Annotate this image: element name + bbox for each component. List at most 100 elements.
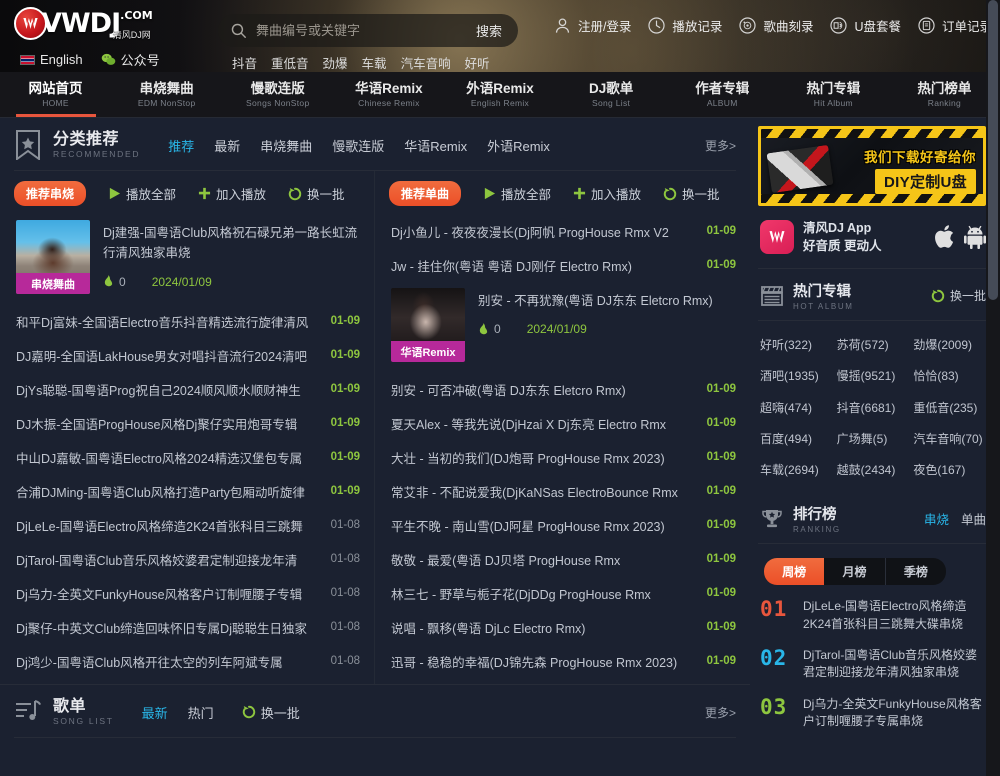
list-item[interactable]: 迅哥 - 稳稳的幸福(DJ锦先森 ProgHouse Rmx 2023)01-0… <box>389 644 738 678</box>
album-tag[interactable]: 超嗨(474) <box>760 400 833 416</box>
tab-recommended[interactable]: 推荐 <box>168 136 194 155</box>
tab-latest[interactable]: 最新 <box>214 136 240 155</box>
list-item[interactable]: Dj小鱼儿 - 夜夜夜漫长(Dj阿帆 ProgHouse Rmx V201-09 <box>389 214 738 248</box>
nav-item-album[interactable]: 作者专辑 ALBUM <box>667 72 778 117</box>
singles-featured-title[interactable]: 别安 - 不再犹豫(粤语 DJ东东 Eletcro Rmx) <box>478 291 736 311</box>
nonstop-featured-title[interactable]: Dj建强-国粤语Club风格祝石碌兄弟一路长虹流行清风独家串烧 <box>103 223 360 264</box>
song-list-refresh-button[interactable]: 换一批 <box>242 703 300 722</box>
apple-icon[interactable] <box>935 224 957 250</box>
register-login-link[interactable]: 注册/登录 <box>553 16 631 35</box>
nav-item-edm-nonstop[interactable]: 串烧舞曲 EDM NonStop <box>111 72 222 117</box>
singles-add-to-play-button[interactable]: 加入播放 <box>573 184 641 203</box>
search-bar[interactable]: 搜索 <box>218 14 518 47</box>
list-item[interactable]: Dj鸿少-国粤语Club风格开往太空的列车阿斌专属01-08 <box>14 644 362 678</box>
album-tag[interactable]: 苏荷(572) <box>837 337 910 353</box>
album-tag[interactable]: 重低音(235) <box>913 400 986 416</box>
nonstop-featured-card[interactable]: 串烧舞曲 Dj建强-国粤语Club风格祝石碌兄弟一路长虹流行清风独家串烧 0 <box>14 214 362 304</box>
hot-tag-car-audio[interactable]: 汽车音响 <box>401 53 451 72</box>
album-tag[interactable]: 越鼓(2434) <box>837 462 910 478</box>
hot-tag-douyin[interactable]: 抖音 <box>232 53 257 72</box>
album-tag[interactable]: 百度(494) <box>760 431 833 447</box>
play-history-link[interactable]: 播放记录 <box>647 16 722 35</box>
album-tag[interactable]: 夜色(167) <box>913 462 986 478</box>
nav-item-songs-nonstop[interactable]: 慢歌连版 Songs NonStop <box>222 72 333 117</box>
list-item[interactable]: 平生不晚 - 南山雪(DJ阿星 ProgHouse Rmx 2023)01-09 <box>389 508 738 542</box>
recommended-more-link[interactable]: 更多> <box>705 137 736 154</box>
nav-item-english-remix[interactable]: 外语Remix English Remix <box>444 72 555 117</box>
hot-tag-explosive[interactable]: 劲爆 <box>323 53 348 72</box>
app-download-row[interactable]: 清风DJ App 好音质 更动人 <box>758 206 986 269</box>
list-item[interactable]: 中山DJ嘉敏-国粤语Electro风格2024精选汉堡包专属01-09 <box>14 440 362 474</box>
list-item[interactable]: 林三七 - 野草与栀子花(DjDDg ProgHouse Rmx01-09 <box>389 576 738 610</box>
singles-play-all-button[interactable]: 播放全部 <box>483 184 551 203</box>
search-input[interactable] <box>247 23 470 38</box>
list-item[interactable]: 和平Dj富妹-全国语Electro音乐抖音精选流行旋律清风01-09 <box>14 304 362 338</box>
ranking-period-week[interactable]: 周榜 <box>764 558 824 585</box>
nav-item-song-list[interactable]: DJ歌单 Song List <box>556 72 667 117</box>
album-tag[interactable]: 慢摇(9521) <box>837 368 910 384</box>
list-item[interactable]: 03 Dj乌力-全英文FunkyHouse风格客户订制喱腰子专属串烧 <box>758 689 986 738</box>
list-item[interactable]: DjTarol-国粤语Club音乐风格姣婆君定制迎接龙年清01-08 <box>14 542 362 576</box>
ranking-period-month[interactable]: 月榜 <box>824 558 885 585</box>
tab-chinese-remix[interactable]: 华语Remix <box>404 136 467 155</box>
list-item[interactable]: 02 DjTarol-国粤语Club音乐风格姣婆君定制迎接龙年清风独家串烧 <box>758 640 986 689</box>
nav-item-chinese-remix[interactable]: 华语Remix Chinese Remix <box>333 72 444 117</box>
list-item[interactable]: DjLeLe-国粤语Electro风格缔造2K24首张科目三跳舞01-08 <box>14 508 362 542</box>
hot-tag-nice[interactable]: 好听 <box>465 53 490 72</box>
ranking-tab-single[interactable]: 单曲 <box>961 509 986 528</box>
album-tag[interactable]: 酒吧(1935) <box>760 368 833 384</box>
song-list-more-link[interactable]: 更多> <box>705 704 736 721</box>
tab-songs-nonstop[interactable]: 慢歌连版 <box>332 136 384 155</box>
hot-album-refresh-button[interactable]: 换一批 <box>931 287 986 304</box>
ranking-period-season[interactable]: 季榜 <box>886 558 946 585</box>
song-list-tab-latest[interactable]: 最新 <box>142 703 168 722</box>
nonstop-refresh-button[interactable]: 换一批 <box>288 184 345 203</box>
album-tag[interactable]: 车载(2694) <box>760 462 833 478</box>
list-item[interactable]: 说唱 - 飘移(粤语 DjLc Electro Rmx)01-09 <box>389 610 738 644</box>
ranking-tab-nonstop[interactable]: 串烧 <box>924 509 949 528</box>
hot-tag-bass[interactable]: 重低音 <box>271 53 309 72</box>
search-button[interactable]: 搜索 <box>470 21 514 40</box>
list-item[interactable]: 敬敬 - 最爱(粤语 DJ贝塔 ProgHouse Rmx01-09 <box>389 542 738 576</box>
album-tag[interactable]: 劲爆(2009) <box>913 337 986 353</box>
list-item[interactable]: 别安 - 可否冲破(粤语 DJ东东 Eletcro Rmx)01-09 <box>389 372 738 406</box>
list-item[interactable]: 夏天Alex - 等我先说(DjHzai X Dj东亮 Electro Rmx0… <box>389 406 738 440</box>
nonstop-add-to-play-button[interactable]: 加入播放 <box>198 184 266 203</box>
site-logo[interactable]: VWDJ.COM 清风DJ网 <box>14 7 153 40</box>
tab-english-remix[interactable]: 外语Remix <box>487 136 550 155</box>
usb-package-link[interactable]: U盘套餐 <box>829 16 901 35</box>
album-tag[interactable]: 汽车音响(70) <box>913 431 986 447</box>
usb-promo-banner[interactable]: 我们下载好寄给你 DIY定制U盘 <box>758 126 986 206</box>
tab-edm-nonstop[interactable]: 串烧舞曲 <box>260 136 312 155</box>
order-history-link[interactable]: 订单记录 <box>917 16 992 35</box>
nonstop-play-all-button[interactable]: 播放全部 <box>108 184 176 203</box>
list-item[interactable]: DJ木振-全国语ProgHouse风格Dj聚仔实用炮哥专辑01-09 <box>14 406 362 440</box>
hot-tag-car[interactable]: 车载 <box>362 53 387 72</box>
album-tag[interactable]: 恰恰(83) <box>913 368 986 384</box>
nonstop-featured-thumbnail[interactable]: 串烧舞曲 <box>16 220 90 294</box>
english-link[interactable]: English <box>20 52 83 67</box>
nav-item-hit-album[interactable]: 热门专辑 Hit Album <box>778 72 889 117</box>
nav-item-home[interactable]: 网站首页 HOME <box>0 72 111 117</box>
burn-songs-link[interactable]: 歌曲刻录 <box>738 16 813 35</box>
list-item[interactable]: DjYs聪聪-国粤语Prog祝自己2024顺风顺水顺财神生01-09 <box>14 372 362 406</box>
album-tag[interactable]: 抖音(6681) <box>837 400 910 416</box>
nav-item-ranking[interactable]: 热门榜单 Ranking <box>889 72 1000 117</box>
list-item[interactable]: 常艾非 - 不配说爱我(DjKaNSas ElectroBounce Rmx01… <box>389 474 738 508</box>
list-item[interactable]: Dj乌力-全英文FunkyHouse风格客户订制喱腰子专辑01-08 <box>14 576 362 610</box>
album-tag[interactable]: 广场舞(5) <box>837 431 910 447</box>
list-item[interactable]: 合浦DJMing-国粤语Club风格打造Party包厢动听旋律01-09 <box>14 474 362 508</box>
scrollbar-thumb[interactable] <box>988 0 998 300</box>
page-scrollbar[interactable] <box>986 0 1000 776</box>
song-list-tab-hot[interactable]: 热门 <box>188 703 214 722</box>
list-item[interactable]: 大壮 - 当初的我们(DJ炮哥 ProgHouse Rmx 2023)01-09 <box>389 440 738 474</box>
list-item[interactable]: 01 DjLeLe-国粤语Electro风格缔造2K24首张科目三跳舞大碟串烧 <box>758 591 986 640</box>
android-icon[interactable] <box>964 225 986 249</box>
list-item[interactable]: Dj聚仔-中英文Club缔造回味怀旧专属Dj聪聪生日独家01-08 <box>14 610 362 644</box>
singles-refresh-button[interactable]: 换一批 <box>663 184 720 203</box>
singles-featured-card[interactable]: 华语Remix 别安 - 不再犹豫(粤语 DJ东东 Eletcro Rmx) 0 <box>389 282 738 372</box>
singles-featured-thumbnail[interactable]: 华语Remix <box>391 288 465 362</box>
list-item[interactable]: Jw - 挂住你(粤语 粤语 DJ刚仔 Electro Rmx)01-09 <box>389 248 738 282</box>
list-item[interactable]: DJ嘉明-全国语LakHouse男女对唱抖音流行2024清吧01-09 <box>14 338 362 372</box>
wechat-link[interactable]: 公众号 <box>101 50 160 69</box>
